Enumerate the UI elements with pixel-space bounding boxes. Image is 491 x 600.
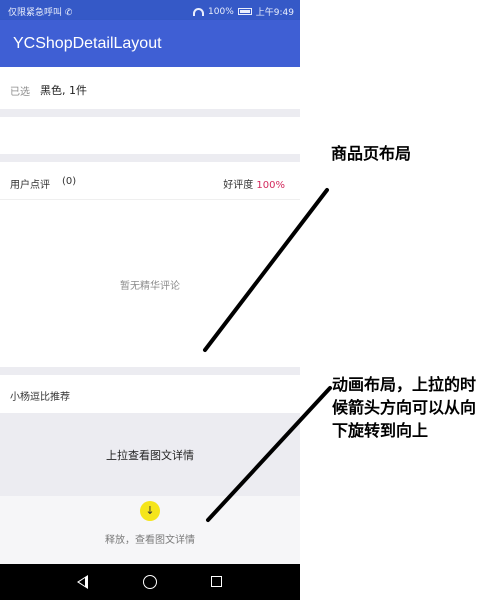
annotation-animation-layout: 动画布局，上拉的时候箭头方向可以从向下旋转到向上 <box>332 375 477 440</box>
annotation-lines <box>203 188 332 522</box>
annotation-line-page <box>203 188 329 352</box>
annotation-line-animation <box>206 386 332 522</box>
annotation-page-layout: 商品页布局 <box>331 144 412 163</box>
